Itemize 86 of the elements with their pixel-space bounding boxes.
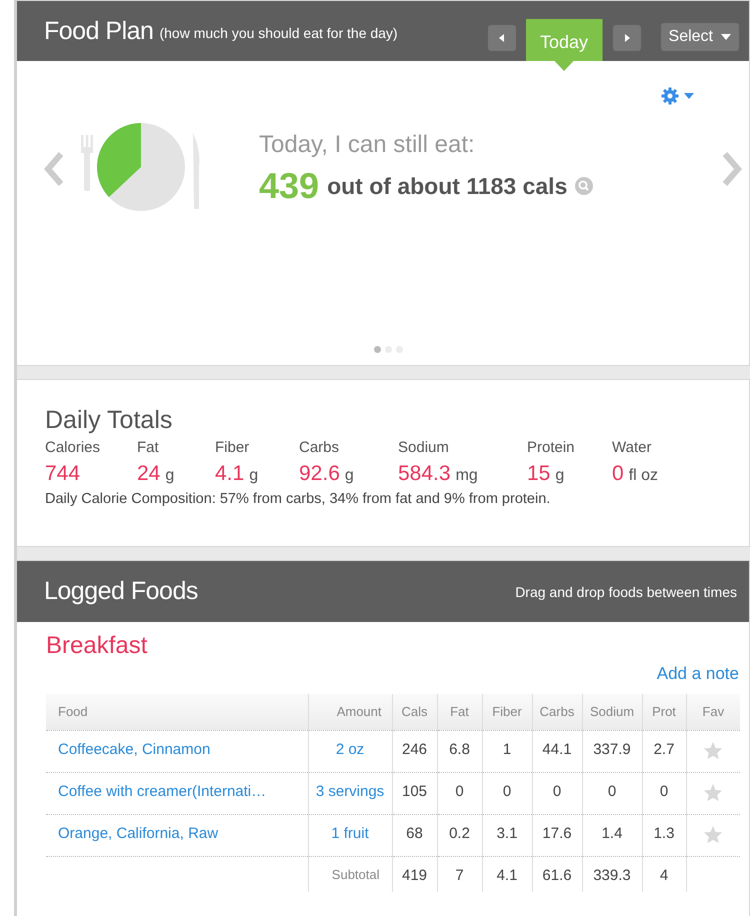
nutrient-unit: g — [344, 467, 354, 485]
nutrient-value: 0 — [612, 462, 624, 486]
table-cell: 44.1 — [532, 730, 582, 772]
table-cell: 0 — [437, 772, 482, 814]
nutrient-label: Water — [612, 439, 652, 456]
table-cell: 0 — [582, 772, 642, 814]
right-triangle-icon — [622, 33, 631, 43]
table-cell: 68 — [392, 814, 437, 856]
column-header: Fav — [686, 694, 740, 730]
left-triangle-icon — [498, 33, 506, 43]
panel-title: Logged Foods — [44, 577, 198, 606]
subtotal-cell: 339.3 — [582, 856, 642, 892]
food-link[interactable]: Coffeecake, Cinnamon — [58, 740, 210, 758]
pager-dot[interactable] — [374, 346, 380, 353]
nutrient-unit: g — [165, 467, 174, 485]
table-cell: 1 — [482, 730, 532, 772]
column-header: Fat — [437, 694, 482, 730]
nutrient-label: Calories — [45, 439, 102, 456]
panel-subtitle: (how much you should eat for the day) — [159, 25, 398, 41]
today-button[interactable]: Today — [526, 19, 603, 71]
column-header: Sodium — [582, 694, 642, 730]
previous-day-button[interactable] — [488, 25, 516, 51]
nutrient-value: 24 — [137, 462, 160, 486]
food-link[interactable]: Orange, California, Raw — [58, 824, 218, 842]
nutrient-value: 92.6 — [299, 462, 340, 486]
caret-icon — [721, 34, 731, 40]
table-cell: 337.9 — [582, 730, 642, 772]
summary-label: Today, I can still eat: — [259, 131, 476, 159]
nutrient-label: Sodium — [398, 439, 450, 456]
nutrient-label: Fiber — [215, 439, 250, 456]
column-header: Amount — [308, 694, 392, 730]
calorie-goal: out of about 1183 cals — [327, 172, 568, 200]
add-note-link[interactable]: Add a note — [656, 664, 739, 684]
nutrient-unit: mg — [456, 467, 478, 485]
table-cell: 0 — [532, 772, 582, 814]
remaining-calories: 439 — [259, 165, 320, 207]
amount-link[interactable]: 1 fruit — [331, 824, 369, 842]
column-header: Fiber — [482, 694, 532, 730]
subtotal-cell: 4 — [642, 856, 686, 892]
star-icon[interactable] — [703, 782, 724, 802]
next-day-button[interactable] — [612, 25, 641, 51]
nutrient-unit: g — [555, 467, 564, 485]
subtotal-cell: 7 — [437, 856, 482, 892]
table-cell: 246 — [392, 730, 437, 772]
subtotal-cell: 4.1 — [482, 856, 532, 892]
subtotal-cell: 419 — [392, 856, 437, 892]
nutrient-unit: g — [249, 467, 258, 485]
table-cell: 3.1 — [482, 814, 532, 856]
nutrient-value: 15 — [527, 462, 550, 486]
gear-icon[interactable] — [661, 87, 695, 105]
select-dropdown[interactable]: Select — [660, 23, 739, 51]
composition-text: Daily Calorie Composition: 57% from carbs, 34% from fat and 9% from protein. — [45, 491, 552, 507]
table-cell: 2.7 — [642, 730, 686, 772]
meal-title: Breakfast — [46, 632, 148, 660]
column-header: Carbs — [532, 694, 582, 730]
search-icon[interactable] — [575, 177, 594, 195]
nutrient-value: 4.1 — [215, 462, 244, 486]
section-title: Daily Totals — [45, 406, 174, 435]
nutrient-label: Fat — [137, 439, 160, 456]
table-cell: 105 — [392, 772, 437, 814]
amount-link[interactable]: 2 oz — [336, 740, 364, 758]
subtotal-cell: 61.6 — [532, 856, 582, 892]
table-cell: 1.4 — [582, 814, 642, 856]
column-header: Prot — [642, 694, 686, 730]
star-icon[interactable] — [703, 740, 724, 760]
star-icon[interactable] — [703, 824, 724, 844]
nutrient-value: 584.3 — [398, 462, 451, 486]
column-header: Cals — [392, 694, 437, 730]
panel-title: Food Plan — [44, 16, 154, 46]
column-header: Food — [46, 694, 308, 730]
nutrient-label: Carbs — [299, 439, 340, 456]
chevron-left-icon[interactable] — [43, 151, 65, 187]
table-cell: 0.2 — [437, 814, 482, 856]
table-cell: 0 — [642, 772, 686, 814]
nutrient-value: 744 — [45, 462, 80, 486]
amount-link[interactable]: 3 servings — [316, 782, 384, 800]
nutrient-unit: fl oz — [628, 467, 658, 485]
table-cell: 0 — [482, 772, 532, 814]
table-cell: 6.8 — [437, 730, 482, 772]
nutrient-label: Protein — [527, 439, 576, 456]
subtotal-label: Subtotal — [308, 856, 392, 892]
table-cell: 1.3 — [642, 814, 686, 856]
food-link[interactable]: Coffee with creamer(Internati… — [58, 782, 266, 800]
chevron-right-icon[interactable] — [721, 151, 743, 187]
drag-hint: Drag and drop foods between times — [515, 584, 737, 600]
table-cell: 17.6 — [532, 814, 582, 856]
